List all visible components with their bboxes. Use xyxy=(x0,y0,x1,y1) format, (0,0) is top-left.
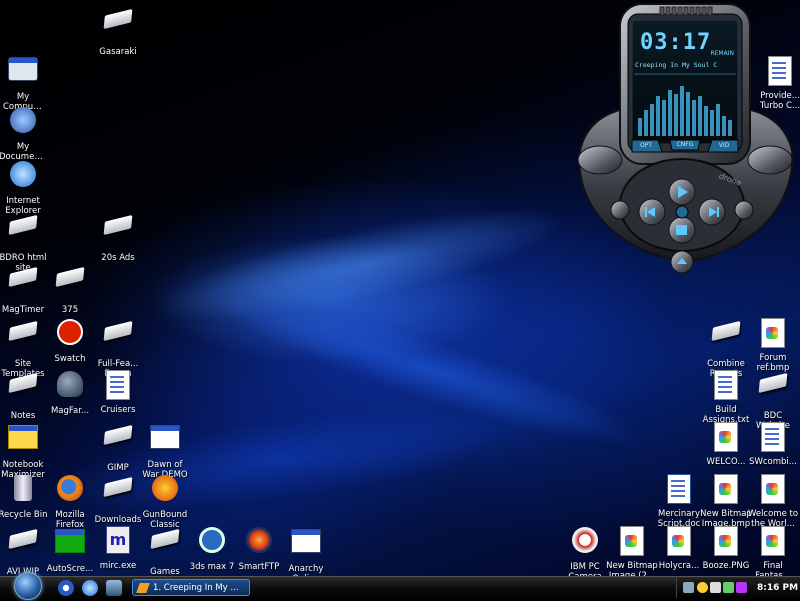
icon-label: Gasaraki xyxy=(99,47,137,57)
desktop-icon-my-computer[interactable]: My Computer xyxy=(0,52,60,112)
wallpaper-streak xyxy=(147,187,573,343)
desktop[interactable]: Gasaraki My Computer My Documents Intern… xyxy=(0,0,800,576)
gunbound-icon xyxy=(149,475,181,507)
desktop-icon-dawn-of-war-demo[interactable]: Dawn of War DEMO xyxy=(128,420,202,480)
eject-button[interactable] xyxy=(671,251,693,273)
document-icon xyxy=(102,370,134,402)
player-vid-button[interactable]: VID xyxy=(712,142,736,149)
text-file-icon xyxy=(757,422,789,454)
icon-label: Final Fantas... xyxy=(755,561,791,576)
icon-label: SWcombi... xyxy=(749,457,797,467)
media-player-quicklaunch-icon[interactable] xyxy=(58,580,74,596)
folder-icon xyxy=(757,372,789,408)
desktop-icon-forum-ref[interactable]: Forum ref.bmp xyxy=(736,316,800,373)
icon-label: Cruisers xyxy=(100,405,136,415)
start-button[interactable] xyxy=(14,572,42,600)
previous-button[interactable] xyxy=(639,199,665,225)
window-icon xyxy=(149,425,181,457)
player-track-title: Creeping In My Soul C xyxy=(635,61,718,69)
icon-label: 375 xyxy=(61,305,79,315)
desktop-icon-my-documents[interactable]: My Documents xyxy=(0,104,60,162)
window-icon xyxy=(290,529,322,561)
folder-icon xyxy=(102,214,134,250)
desktop-icon-notebook-maximizer[interactable]: Notebook Maximizer xyxy=(0,420,60,480)
desktop-icon-welcome-to-the-world[interactable]: Welcome to the Worl... xyxy=(736,472,800,529)
image-icon xyxy=(757,526,789,558)
media-player-widget[interactable]: 03:17 REMAIN Creeping In My Soul C OPT C… xyxy=(570,0,800,275)
desktop-icon-swcombi[interactable]: SWcombi... xyxy=(736,420,800,467)
security-icon[interactable] xyxy=(710,582,721,593)
icon-label: Anarchy Online xyxy=(288,564,324,576)
messenger-icon[interactable] xyxy=(723,582,734,593)
player-cnfg-button[interactable]: CNFG xyxy=(671,141,699,148)
desktop-icon-anarchy-online[interactable]: Anarchy Online xyxy=(269,524,343,576)
app-tray-icon[interactable] xyxy=(736,582,747,593)
winamp-icon xyxy=(136,583,150,593)
next-button[interactable] xyxy=(699,199,725,225)
desktop-icon-20s-ads[interactable]: 20s Ads xyxy=(81,210,155,263)
desktop-icon-gasaraki[interactable]: Gasaraki xyxy=(81,4,155,57)
folder-icon xyxy=(54,266,86,302)
image-icon xyxy=(757,474,789,506)
wallpaper-streak xyxy=(201,270,659,470)
notebook-icon xyxy=(7,425,39,457)
network-icon[interactable] xyxy=(683,582,694,593)
taskbar-button-label: 1. Creeping In My ... xyxy=(153,583,239,593)
player-opt-button[interactable]: OPT xyxy=(634,142,658,149)
folder-icon xyxy=(7,214,39,250)
play-button[interactable] xyxy=(669,179,695,205)
internet-explorer-quicklaunch-icon[interactable] xyxy=(82,580,98,596)
desktop-icon-375[interactable]: 375 xyxy=(33,262,107,315)
stop-button[interactable] xyxy=(669,217,695,243)
image-icon xyxy=(757,318,789,350)
volume-icon[interactable] xyxy=(697,582,708,593)
internet-explorer-icon xyxy=(7,161,39,193)
taskbar-clock[interactable]: 8:16 PM xyxy=(757,580,798,596)
taskbar-button-active-task[interactable]: 1. Creeping In My ... xyxy=(132,579,250,596)
player-time: 03:17 xyxy=(640,30,712,55)
computer-icon xyxy=(7,57,39,89)
show-desktop-quicklaunch-icon[interactable] xyxy=(106,580,122,596)
player-time-mode[interactable]: REMAIN xyxy=(702,50,735,57)
folder-icon xyxy=(102,8,134,44)
documents-icon xyxy=(7,107,39,139)
desktop-icon-cruisers[interactable]: Cruisers xyxy=(81,368,155,415)
folder-icon xyxy=(102,320,134,356)
desktop-icon-gunbound-classic[interactable]: GunBound Classic xyxy=(128,472,202,530)
desktop-icon-final-fantasy[interactable]: Final Fantas... xyxy=(736,524,800,576)
desktop-icon-internet-explorer[interactable]: Internet Explorer xyxy=(0,158,60,216)
